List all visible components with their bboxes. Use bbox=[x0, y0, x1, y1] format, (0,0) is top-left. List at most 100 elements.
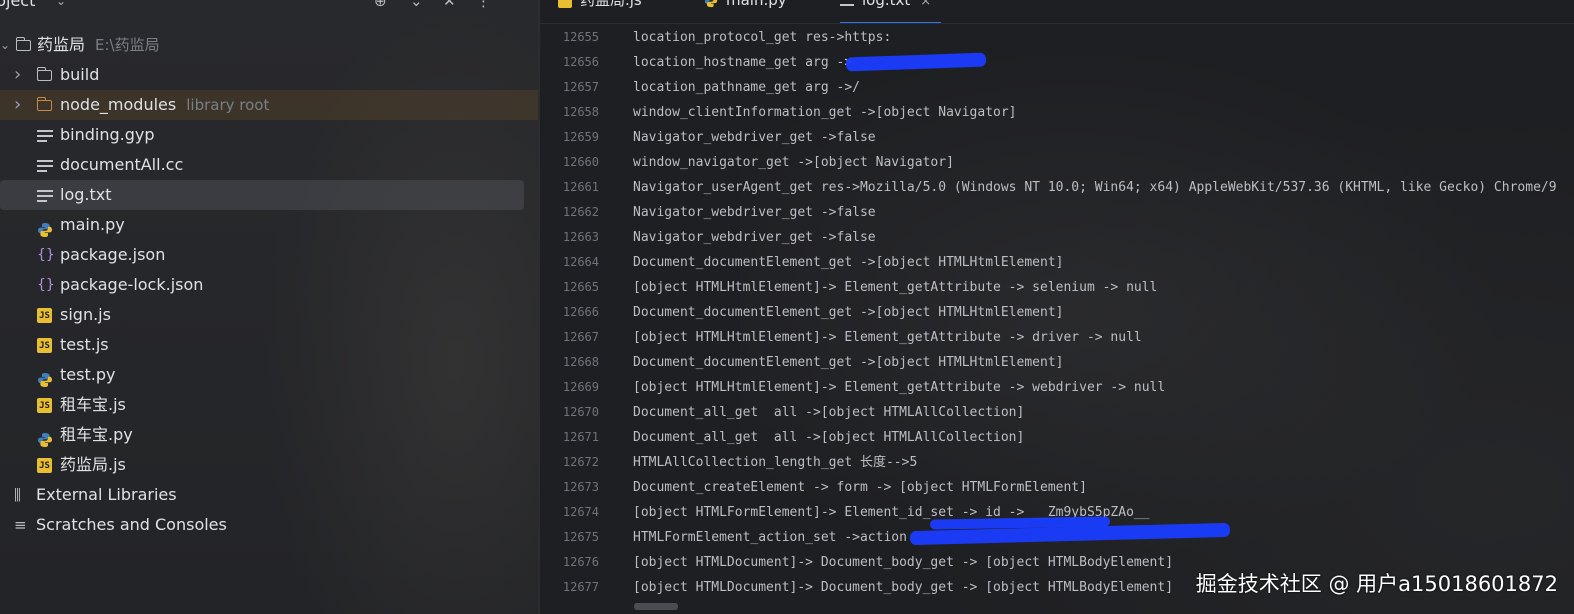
line-text: [object HTMLDocument]-> Document_body_ge… bbox=[633, 555, 1174, 570]
tree-item[interactable]: ≡ Scratches and Consoles bbox=[0, 510, 538, 540]
tree-item-name: node_modules bbox=[60, 95, 177, 114]
horizontal-scrollbar[interactable] bbox=[634, 603, 678, 610]
tab-main-py[interactable]: main.py bbox=[704, 0, 787, 22]
tree-item[interactable]: documentAll.cc bbox=[0, 150, 538, 180]
line-number: 12656 bbox=[562, 55, 599, 69]
tree-item-hint: E:\药监局 bbox=[95, 36, 160, 54]
tree-item[interactable]: 租车宝.py bbox=[0, 420, 538, 450]
line-number: 12667 bbox=[562, 330, 599, 344]
close-icon[interactable]: ✕ bbox=[443, 0, 456, 10]
line-text: [object HTMLHtmlElement]-> Element_getAt… bbox=[633, 280, 1158, 295]
line-number: 12676 bbox=[562, 555, 599, 569]
tree-item[interactable]: ⌄ 药监局 E:\药监局 bbox=[0, 30, 538, 60]
line-number: 12665 bbox=[562, 280, 599, 294]
line-number: 12659 bbox=[562, 130, 599, 144]
tab-label: 药监局.js bbox=[580, 0, 642, 9]
code-line[interactable]: 12660 window_navigator_get ->[object Navi… bbox=[540, 150, 1574, 175]
js-icon: JS bbox=[37, 398, 52, 413]
code-line[interactable]: 12669 [object HTMLHtmlElement]-> Element_… bbox=[540, 375, 1574, 400]
tree-item[interactable]: test.py bbox=[0, 360, 538, 390]
line-text: [object HTMLDocument]-> Document_body_ge… bbox=[633, 580, 1174, 595]
tab-label: log.txt bbox=[862, 0, 911, 9]
project-panel-title[interactable]: roject bbox=[0, 0, 35, 10]
tree-item[interactable]: log.txt bbox=[0, 180, 538, 210]
line-number: 12663 bbox=[562, 230, 599, 244]
line-text: Navigator_webdriver_get ->false bbox=[633, 230, 876, 245]
library-icon: ⫼ bbox=[14, 486, 21, 504]
code-line[interactable]: 12668 Document_documentElement_get ->[obj… bbox=[540, 350, 1574, 375]
tree-item[interactable]: binding.gyp bbox=[0, 120, 538, 150]
tree-item-label: 药监局.js bbox=[60, 450, 126, 480]
chevron-up-down-icon[interactable]: ⌄ bbox=[410, 0, 423, 10]
tree-item[interactable]: JS test.js bbox=[0, 330, 538, 360]
code-line[interactable]: 12671 Document_all_get all ->[object HTML… bbox=[540, 425, 1574, 450]
code-line[interactable]: 12659 Navigator_webdriver_get ->false bbox=[540, 125, 1574, 150]
line-text: [object HTMLHtmlElement]-> Element_getAt… bbox=[633, 330, 1142, 345]
line-text: Navigator_userAgent_get res->Mozilla/5.0… bbox=[633, 180, 1557, 195]
tree-item[interactable]: main.py bbox=[0, 210, 538, 240]
tree-item-label: log.txt bbox=[60, 180, 112, 210]
tab-yaojianju-js[interactable]: 药监局.js bbox=[558, 0, 642, 22]
tree-item[interactable]: {} package.json bbox=[0, 240, 538, 270]
code-line[interactable]: 12673 Document_createElement -> form -> [… bbox=[540, 475, 1574, 500]
line-text: Document_documentElement_get ->[object H… bbox=[633, 305, 1064, 320]
line-text: HTMLAllCollection_length_get 长度-->5 bbox=[633, 455, 918, 470]
tree-item-label: Scratches and Consoles bbox=[36, 510, 227, 540]
tree-item-label: main.py bbox=[60, 210, 125, 240]
code-line[interactable]: 12655 location_protocol_get res->https: bbox=[540, 25, 1574, 50]
scratches-icon: ≡ bbox=[14, 516, 27, 534]
line-text: Document_documentElement_get ->[object H… bbox=[633, 255, 1064, 270]
json-icon: {} bbox=[37, 277, 55, 293]
tree-item[interactable]: › node_modules library root bbox=[0, 90, 538, 120]
tree-item-label: build bbox=[60, 60, 99, 90]
code-line[interactable]: 12670 Document_all_get all ->[object HTML… bbox=[540, 400, 1574, 425]
tree-item-label: External Libraries bbox=[36, 480, 177, 510]
tab-log-txt[interactable]: log.txt × bbox=[840, 0, 942, 24]
tree-item[interactable]: › build bbox=[0, 60, 538, 90]
chevron-right-icon[interactable]: › bbox=[14, 60, 21, 90]
code-line[interactable]: 12657 location_pathname_get arg ->/ bbox=[540, 75, 1574, 100]
code-line[interactable]: 12666 Document_documentElement_get ->[obj… bbox=[540, 300, 1574, 325]
tree-item-name: main.py bbox=[60, 215, 125, 234]
tree-item[interactable]: JS 药监局.js bbox=[0, 450, 538, 480]
line-number: 12671 bbox=[562, 430, 599, 444]
chevron-right-icon[interactable]: › bbox=[14, 90, 21, 120]
code-line[interactable]: 12665 [object HTMLHtmlElement]-> Element_… bbox=[540, 275, 1574, 300]
close-tab-icon[interactable]: × bbox=[920, 0, 931, 9]
chevron-down-icon[interactable]: ⌄ bbox=[0, 30, 10, 60]
line-text: Navigator_webdriver_get ->false bbox=[633, 130, 876, 145]
tree-item-name: 药监局 bbox=[37, 35, 86, 54]
line-number: 12661 bbox=[562, 180, 599, 194]
json-icon: {} bbox=[37, 247, 55, 263]
code-line[interactable]: 12663 Navigator_webdriver_get ->false bbox=[540, 225, 1574, 250]
line-number: 12662 bbox=[562, 205, 599, 219]
code-line[interactable]: 12658 window_clientInformation_get ->[obj… bbox=[540, 100, 1574, 125]
line-text: HTMLFormElement_action_set ->action bbox=[633, 530, 907, 545]
tree-item[interactable]: ⫼ External Libraries bbox=[0, 480, 538, 510]
code-line[interactable]: 12672 HTMLAllCollection_length_get 长度-->5 bbox=[540, 450, 1574, 475]
chevron-down-icon[interactable]: ⌄ bbox=[56, 0, 66, 8]
code-line[interactable]: 12661 Navigator_userAgent_get res->Mozill… bbox=[540, 175, 1574, 200]
code-line[interactable]: 12656 location_hostname_get arg -> bbox=[540, 50, 1574, 75]
folder-icon bbox=[15, 37, 31, 51]
line-number: 12664 bbox=[562, 255, 599, 269]
more-icon[interactable]: ⋮ bbox=[476, 0, 491, 10]
code-line[interactable]: 12664 Document_documentElement_get ->[obj… bbox=[540, 250, 1574, 275]
tree-item[interactable]: JS sign.js bbox=[0, 300, 538, 330]
tree-item-label: test.js bbox=[60, 330, 109, 360]
js-icon bbox=[558, 0, 572, 8]
js-icon: JS bbox=[37, 458, 52, 473]
tree-item-name: sign.js bbox=[60, 305, 111, 324]
tree-item[interactable]: JS 租车宝.js bbox=[0, 390, 538, 420]
target-icon[interactable]: ⊕ bbox=[374, 0, 387, 10]
line-number: 12657 bbox=[562, 80, 599, 94]
code-line[interactable]: 12662 Navigator_webdriver_get ->false bbox=[540, 200, 1574, 225]
tree-item-label: 药监局 E:\药监局 bbox=[37, 30, 160, 60]
tree-item[interactable]: {} package-lock.json bbox=[0, 270, 538, 300]
line-number: 12677 bbox=[562, 580, 599, 594]
line-text: location_pathname_get arg ->/ bbox=[633, 80, 860, 95]
code-line[interactable]: 12667 [object HTMLHtmlElement]-> Element_… bbox=[540, 325, 1574, 350]
project-panel-header: roject ⌄ ⊕ ⌄ ✕ ⋮ bbox=[0, 0, 538, 18]
tab-label: main.py bbox=[726, 0, 787, 9]
line-number: 12670 bbox=[562, 405, 599, 419]
